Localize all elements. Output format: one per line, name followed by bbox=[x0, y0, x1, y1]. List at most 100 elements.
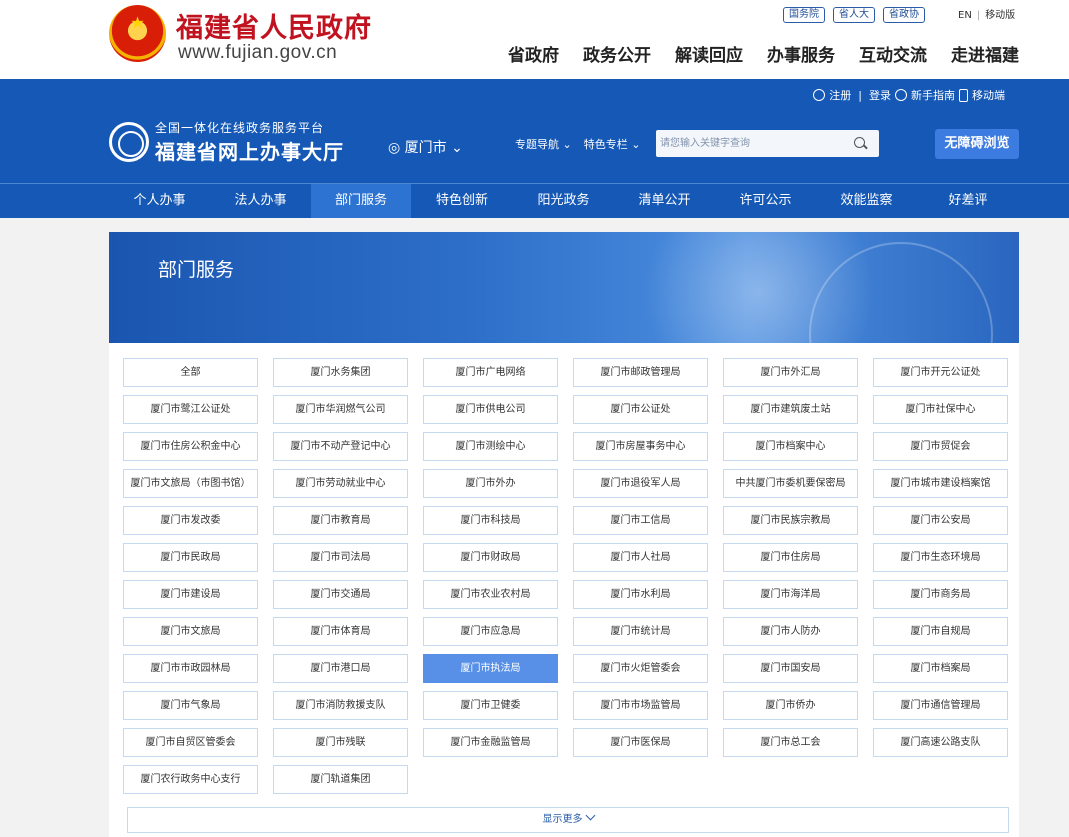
department-button[interactable]: 厦门轨道集团 bbox=[273, 765, 408, 794]
department-button[interactable]: 厦门市民政局 bbox=[123, 543, 258, 572]
department-button[interactable]: 厦门市统计局 bbox=[573, 617, 708, 646]
department-button[interactable]: 厦门市气象局 bbox=[123, 691, 258, 720]
register-link[interactable]: 注册 bbox=[829, 87, 851, 103]
department-button[interactable]: 厦门市不动产登记中心 bbox=[273, 432, 408, 461]
department-button[interactable]: 厦门市外汇局 bbox=[723, 358, 858, 387]
department-button[interactable]: 厦门市自规局 bbox=[873, 617, 1008, 646]
department-button[interactable]: 厦门市贸促会 bbox=[873, 432, 1008, 461]
department-button[interactable]: 厦门市公证处 bbox=[573, 395, 708, 424]
nav-corporate[interactable]: 法人办事 bbox=[210, 184, 311, 218]
department-button[interactable]: 厦门市档案局 bbox=[873, 654, 1008, 683]
department-button[interactable]: 厦门市生态环境局 bbox=[873, 543, 1008, 572]
department-button[interactable]: 中共厦门市委机要保密局 bbox=[723, 469, 858, 498]
department-button[interactable]: 厦门市社保中心 bbox=[873, 395, 1008, 424]
accessibility-button[interactable]: 无障碍浏览 bbox=[935, 129, 1019, 159]
department-button[interactable]: 厦门水务集团 bbox=[273, 358, 408, 387]
department-button[interactable]: 厦门市房屋事务中心 bbox=[573, 432, 708, 461]
department-button[interactable]: 厦门市残联 bbox=[273, 728, 408, 757]
department-button[interactable]: 厦门市外办 bbox=[423, 469, 558, 498]
quick-link-provincial-congress[interactable]: 省人大 bbox=[833, 7, 875, 23]
department-button[interactable]: 厦门市港口局 bbox=[273, 654, 408, 683]
quick-link-state-council[interactable]: 国务院 bbox=[783, 7, 825, 23]
department-button[interactable]: 厦门市交通局 bbox=[273, 580, 408, 609]
special-column-dropdown[interactable]: 特色专栏 ⌄ bbox=[584, 136, 641, 152]
department-button[interactable]: 厦门市公安局 bbox=[873, 506, 1008, 535]
quick-link-cppcc[interactable]: 省政协 bbox=[883, 7, 925, 23]
department-button[interactable]: 厦门市水利局 bbox=[573, 580, 708, 609]
department-button[interactable]: 厦门市国安局 bbox=[723, 654, 858, 683]
department-button[interactable]: 厦门市卫健委 bbox=[423, 691, 558, 720]
department-button[interactable]: 厦门市司法局 bbox=[273, 543, 408, 572]
department-button[interactable]: 厦门市鹭江公证处 bbox=[123, 395, 258, 424]
department-button[interactable]: 厦门市体育局 bbox=[273, 617, 408, 646]
department-button[interactable]: 厦门市火炬管委会 bbox=[573, 654, 708, 683]
department-button[interactable]: 厦门市消防救援支队 bbox=[273, 691, 408, 720]
department-button[interactable]: 厦门市人防办 bbox=[723, 617, 858, 646]
gov-nav-item[interactable]: 政务公开 bbox=[583, 41, 651, 66]
gov-nav-item[interactable]: 走进福建 bbox=[951, 41, 1019, 66]
gov-site-title[interactable]: 福建省人民政府 bbox=[176, 6, 372, 45]
gov-nav-item[interactable]: 省政府 bbox=[508, 41, 559, 66]
gov-nav-item[interactable]: 互动交流 bbox=[859, 41, 927, 66]
department-button[interactable]: 厦门市档案中心 bbox=[723, 432, 858, 461]
search-input[interactable] bbox=[656, 130, 846, 157]
nav-license-publicity[interactable]: 许可公示 bbox=[715, 184, 816, 218]
department-button[interactable]: 厦门市建设局 bbox=[123, 580, 258, 609]
department-button[interactable]: 厦门市自贸区管委会 bbox=[123, 728, 258, 757]
mobile-version-link[interactable]: 移动版 bbox=[985, 10, 1015, 21]
department-button[interactable]: 厦门市退役军人局 bbox=[573, 469, 708, 498]
guide-link[interactable]: 新手指南 bbox=[911, 87, 955, 103]
portal-logo[interactable]: 全国一体化在线政务服务平台 福建省网上办事大厅 bbox=[109, 119, 344, 165]
department-button[interactable]: 厦门市发改委 bbox=[123, 506, 258, 535]
department-button[interactable]: 厦门市文旅局（市图书馆） bbox=[123, 469, 258, 498]
department-button[interactable]: 厦门市供电公司 bbox=[423, 395, 558, 424]
department-button[interactable]: 厦门市邮政管理局 bbox=[573, 358, 708, 387]
department-button[interactable]: 厦门市财政局 bbox=[423, 543, 558, 572]
department-button[interactable]: 厦门市侨办 bbox=[723, 691, 858, 720]
department-button[interactable]: 厦门市市政园林局 bbox=[123, 654, 258, 683]
department-button[interactable]: 厦门市通信管理局 bbox=[873, 691, 1008, 720]
department-button[interactable]: 厦门市金融监管局 bbox=[423, 728, 558, 757]
department-button[interactable]: 厦门市劳动就业中心 bbox=[273, 469, 408, 498]
department-button[interactable]: 全部 bbox=[123, 358, 258, 387]
department-button[interactable]: 厦门市海洋局 bbox=[723, 580, 858, 609]
department-button[interactable]: 厦门市农业农村局 bbox=[423, 580, 558, 609]
nav-personal[interactable]: 个人办事 bbox=[109, 184, 210, 218]
topic-nav-dropdown[interactable]: 专题导航 ⌄ bbox=[515, 136, 572, 152]
department-button[interactable]: 厦门市人社局 bbox=[573, 543, 708, 572]
gov-nav-item[interactable]: 办事服务 bbox=[767, 41, 835, 66]
english-link[interactable]: EN bbox=[958, 10, 972, 21]
city-selector[interactable]: ◎ 厦门市 ⌄ bbox=[388, 137, 463, 157]
department-button[interactable]: 厦门市医保局 bbox=[573, 728, 708, 757]
department-button[interactable]: 厦门市教育局 bbox=[273, 506, 408, 535]
show-more-button[interactable]: 显示更多 bbox=[127, 807, 1009, 833]
nav-evaluation[interactable]: 好差评 bbox=[917, 184, 1019, 218]
nav-department-services[interactable]: 部门服务 bbox=[311, 184, 411, 218]
department-button[interactable]: 厦门市华润燃气公司 bbox=[273, 395, 408, 424]
department-button[interactable]: 厦门市建筑废土站 bbox=[723, 395, 858, 424]
search-icon[interactable] bbox=[854, 137, 865, 148]
nav-special-innovation[interactable]: 特色创新 bbox=[411, 184, 513, 218]
department-button[interactable]: 厦门市总工会 bbox=[723, 728, 858, 757]
department-button[interactable]: 厦门市工信局 bbox=[573, 506, 708, 535]
department-button[interactable]: 厦门农行政务中心支行 bbox=[123, 765, 258, 794]
department-button[interactable]: 厦门市开元公证处 bbox=[873, 358, 1008, 387]
nav-list-disclosure[interactable]: 清单公开 bbox=[614, 184, 715, 218]
gov-nav-item[interactable]: 解读回应 bbox=[675, 41, 743, 66]
department-button[interactable]: 厦门市民族宗教局 bbox=[723, 506, 858, 535]
department-button[interactable]: 厦门市测绘中心 bbox=[423, 432, 558, 461]
department-button[interactable]: 厦门市住房局 bbox=[723, 543, 858, 572]
department-button[interactable]: 厦门市城市建设档案馆 bbox=[873, 469, 1008, 498]
department-button[interactable]: 厦门高速公路支队 bbox=[873, 728, 1008, 757]
department-button[interactable]: 厦门市应急局 bbox=[423, 617, 558, 646]
department-button[interactable]: 厦门市市场监管局 bbox=[573, 691, 708, 720]
department-button[interactable]: 厦门市文旅局 bbox=[123, 617, 258, 646]
nav-sunshine-affairs[interactable]: 阳光政务 bbox=[513, 184, 614, 218]
mobile-link[interactable]: 移动端 bbox=[972, 87, 1005, 103]
department-button[interactable]: 厦门市住房公积金中心 bbox=[123, 432, 258, 461]
nav-efficiency-supervision[interactable]: 效能监察 bbox=[816, 184, 917, 218]
department-button[interactable]: 厦门市广电网络 bbox=[423, 358, 558, 387]
department-button[interactable]: 厦门市科技局 bbox=[423, 506, 558, 535]
login-link[interactable]: 登录 bbox=[869, 87, 891, 103]
department-button[interactable]: 厦门市执法局 bbox=[423, 654, 558, 683]
